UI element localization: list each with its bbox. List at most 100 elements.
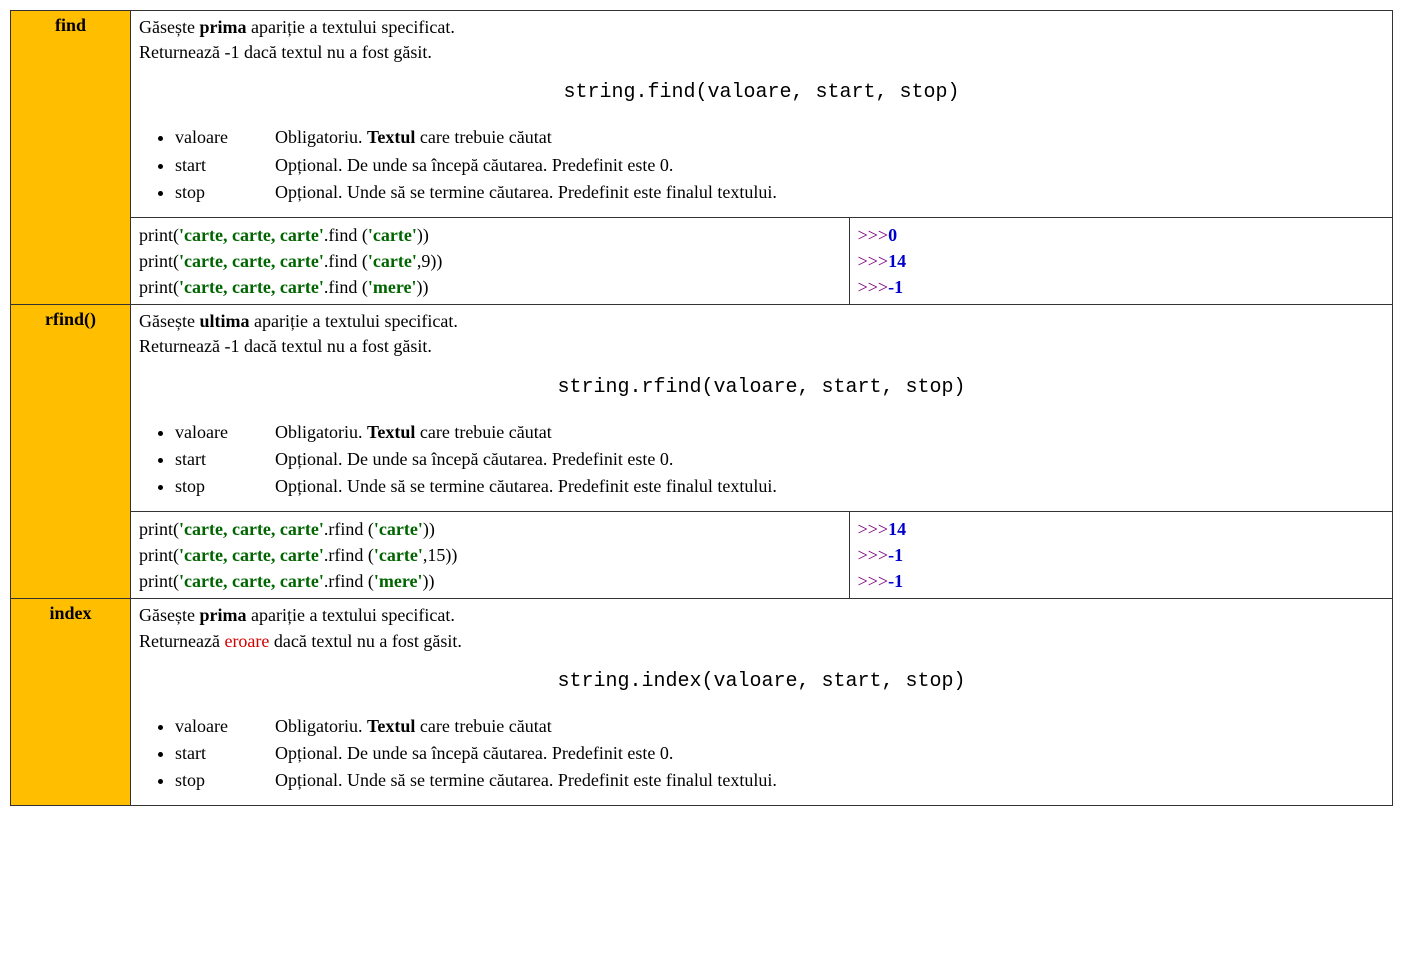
text: Returnează: [139, 631, 224, 651]
text: Opțional. Unde să se termine căutarea. P…: [275, 476, 777, 496]
text-error: eroare: [224, 631, 269, 651]
param-item: startOpțional. De unde sa începă căutare…: [175, 447, 1384, 472]
code-line: print('carte, carte, carte'.find ('carte…: [139, 222, 841, 248]
string-literal: 'mere': [368, 277, 417, 297]
text: Opțional. De unde sa începă căutarea. Pr…: [275, 155, 673, 175]
text: print(: [139, 519, 179, 539]
output-value: -1: [888, 277, 903, 297]
param-list: valoareObligatoriu. Textul care trebuie …: [175, 420, 1384, 500]
method-name-cell: find: [11, 11, 131, 305]
text-bold: Textul: [367, 127, 415, 147]
code-line: print('carte, carte, carte'.rfind ('mere…: [139, 568, 841, 594]
output-value: -1: [888, 571, 903, 591]
string-literal: 'carte, carte, carte': [179, 571, 324, 591]
param-name: valoare: [175, 125, 275, 150]
text: )): [417, 225, 429, 245]
text: )): [417, 277, 429, 297]
text-bold: prima: [199, 605, 246, 625]
text: ,9)): [417, 251, 443, 271]
text: care trebuie căutat: [415, 127, 551, 147]
param-item: stopOpțional. Unde să se termine căutare…: [175, 180, 1384, 205]
prompt-chevrons: >>>: [858, 277, 888, 297]
method-signature: string.rfind(valoare, start, stop): [139, 374, 1384, 402]
text: .rfind (: [324, 571, 374, 591]
prompt-chevrons: >>>: [858, 225, 888, 245]
example-output-cell: >>>0>>>14>>>-1: [849, 217, 1392, 304]
code-line: print('carte, carte, carte'.find ('mere'…: [139, 274, 841, 300]
code-line: print('carte, carte, carte'.rfind ('cart…: [139, 542, 841, 568]
method-name-cell: index: [11, 599, 131, 806]
prompt-chevrons: >>>: [858, 519, 888, 539]
method-name-cell: rfind(): [11, 305, 131, 599]
output-value: -1: [888, 545, 903, 565]
example-code-cell: print('carte, carte, carte'.rfind ('cart…: [131, 512, 850, 599]
method-desc-cell: Găsește prima apariție a textului specif…: [131, 11, 1393, 218]
text: ,15)): [423, 545, 458, 565]
text: .find (: [324, 225, 368, 245]
method-desc-cell: Găsește prima apariție a textului specif…: [131, 599, 1393, 806]
output-value: 14: [888, 251, 906, 271]
param-name: stop: [175, 180, 275, 205]
string-literal: 'mere': [374, 571, 423, 591]
desc-line: Returnează eroare dacă textul nu a fost …: [139, 629, 1384, 654]
param-name: stop: [175, 474, 275, 499]
output-line: >>>0: [858, 222, 1384, 248]
prompt-chevrons: >>>: [858, 251, 888, 271]
string-literal: 'carte, carte, carte': [179, 251, 324, 271]
text: Returnează -1 dacă textul nu a fost găsi…: [139, 42, 432, 62]
method-reference-table: findGăsește prima apariție a textului sp…: [10, 10, 1393, 806]
desc-line: Returnează -1 dacă textul nu a fost găsi…: [139, 334, 1384, 359]
param-name: start: [175, 741, 275, 766]
param-name: start: [175, 447, 275, 472]
text: .rfind (: [324, 519, 374, 539]
text: care trebuie căutat: [415, 716, 551, 736]
text-bold: ultima: [199, 311, 249, 331]
text: Găsește: [139, 311, 199, 331]
param-item: stopOpțional. Unde să se termine căutare…: [175, 474, 1384, 499]
param-name: valoare: [175, 714, 275, 739]
text: Găsește: [139, 605, 199, 625]
prompt-chevrons: >>>: [858, 571, 888, 591]
example-output-cell: >>>14>>>-1>>>-1: [849, 512, 1392, 599]
text: Opțional. Unde să se termine căutarea. P…: [275, 770, 777, 790]
string-literal: 'carte': [368, 225, 417, 245]
param-item: stopOpțional. Unde să se termine căutare…: [175, 768, 1384, 793]
text: Obligatoriu.: [275, 716, 367, 736]
text: print(: [139, 277, 179, 297]
method-signature: string.index(valoare, start, stop): [139, 668, 1384, 696]
example-code-cell: print('carte, carte, carte'.find ('carte…: [131, 217, 850, 304]
output-value: 0: [888, 225, 897, 245]
string-literal: 'carte': [374, 545, 423, 565]
output-line: >>>14: [858, 516, 1384, 542]
text: print(: [139, 225, 179, 245]
text: apariție a textului specificat.: [250, 311, 458, 331]
output-line: >>>-1: [858, 274, 1384, 300]
text: .find (: [324, 277, 368, 297]
text: Returnează -1 dacă textul nu a fost găsi…: [139, 336, 432, 356]
text-bold: Textul: [367, 716, 415, 736]
param-list: valoareObligatoriu. Textul care trebuie …: [175, 714, 1384, 794]
method-signature: string.find(valoare, start, stop): [139, 79, 1384, 107]
output-value: 14: [888, 519, 906, 539]
param-name: stop: [175, 768, 275, 793]
desc-line: Găsește prima apariție a textului specif…: [139, 603, 1384, 628]
param-item: startOpțional. De unde sa începă căutare…: [175, 153, 1384, 178]
desc-line: Returnează -1 dacă textul nu a fost găsi…: [139, 40, 1384, 65]
string-literal: 'carte': [368, 251, 417, 271]
param-item: startOpțional. De unde sa începă căutare…: [175, 741, 1384, 766]
text: Obligatoriu.: [275, 127, 367, 147]
text: print(: [139, 571, 179, 591]
text: apariție a textului specificat.: [246, 605, 454, 625]
output-line: >>>-1: [858, 542, 1384, 568]
string-literal: 'carte': [374, 519, 423, 539]
output-line: >>>14: [858, 248, 1384, 274]
text: Opțional. De unde sa începă căutarea. Pr…: [275, 743, 673, 763]
prompt-chevrons: >>>: [858, 545, 888, 565]
text: Opțional. Unde să se termine căutarea. P…: [275, 182, 777, 202]
string-literal: 'carte, carte, carte': [179, 225, 324, 245]
param-item: valoareObligatoriu. Textul care trebuie …: [175, 714, 1384, 739]
text-bold: Textul: [367, 422, 415, 442]
string-literal: 'carte, carte, carte': [179, 545, 324, 565]
output-line: >>>-1: [858, 568, 1384, 594]
text: Opțional. De unde sa începă căutarea. Pr…: [275, 449, 673, 469]
